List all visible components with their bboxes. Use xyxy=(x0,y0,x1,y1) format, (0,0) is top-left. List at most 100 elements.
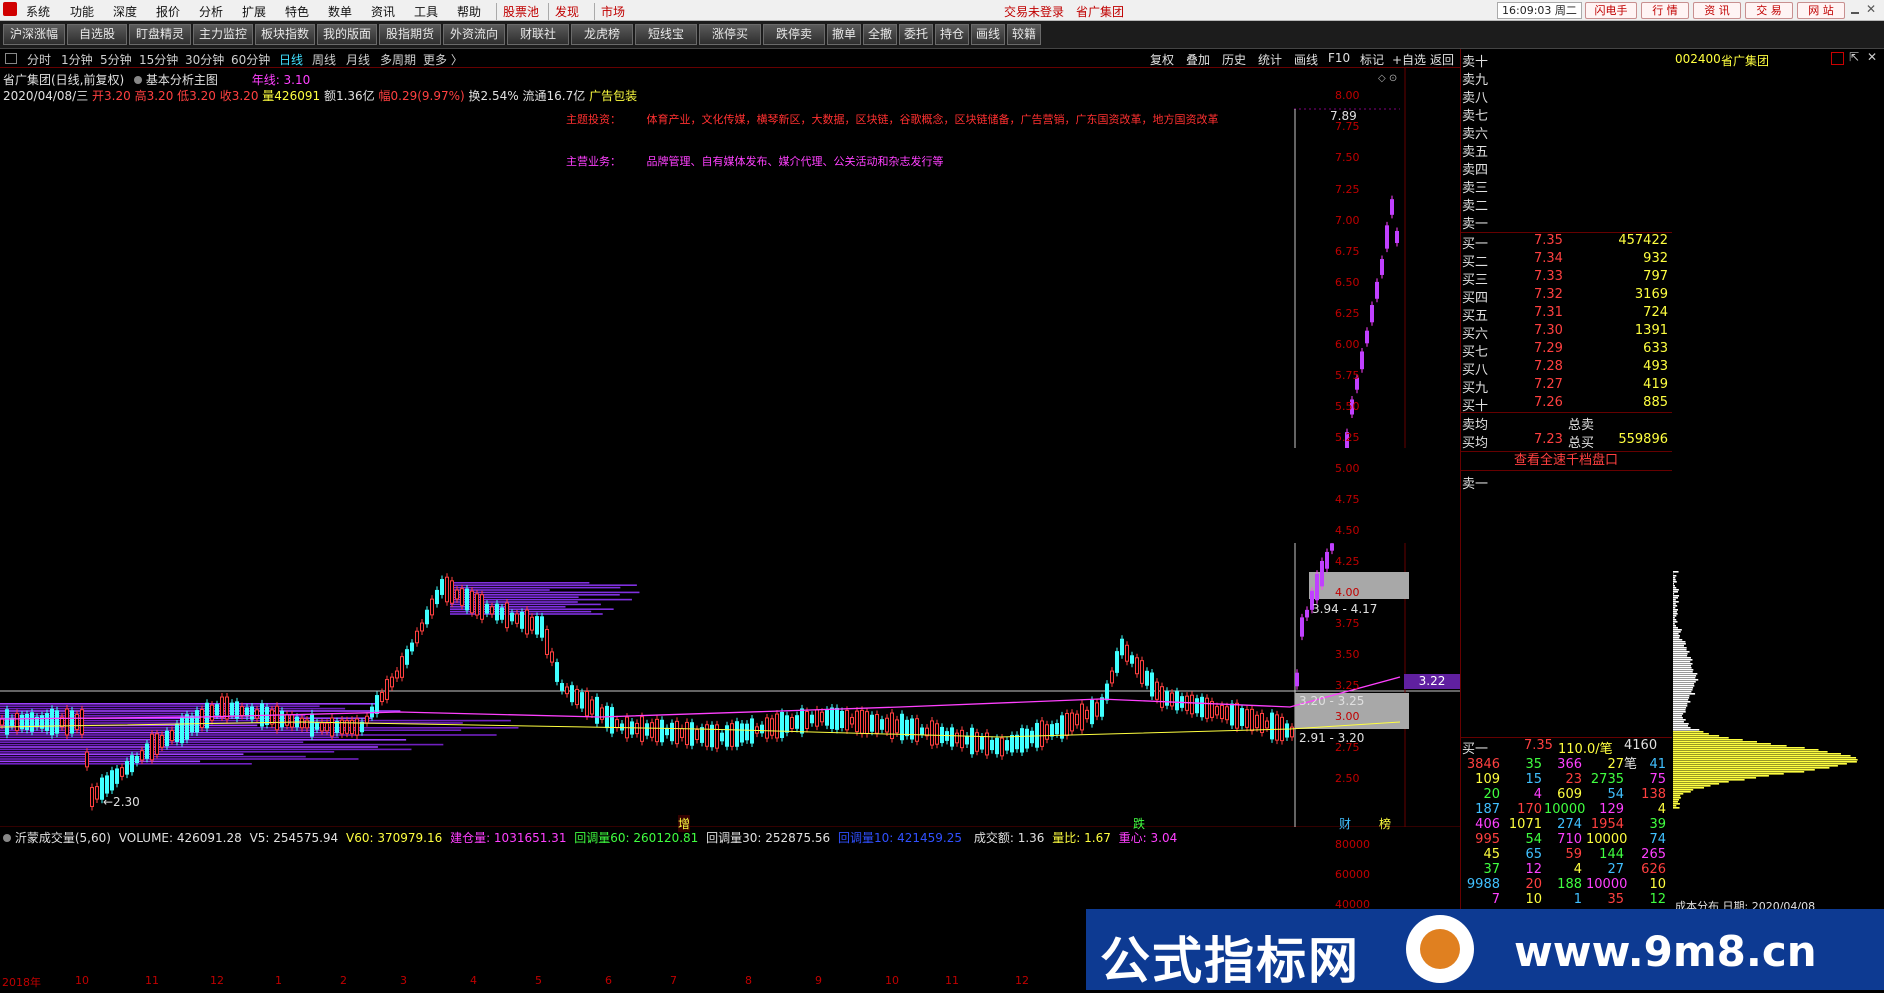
menu-analysis[interactable]: 分析 xyxy=(199,3,223,20)
login-status[interactable]: 交易未登录 xyxy=(1004,3,1064,20)
toolbar-button[interactable]: 撤单 xyxy=(827,24,861,45)
bid-row[interactable]: 买四7.323169 xyxy=(1462,287,1670,306)
period-tab[interactable]: 月线 xyxy=(346,51,370,68)
ask-label[interactable]: 卖十 xyxy=(1462,51,1488,70)
minimize-icon[interactable] xyxy=(1851,12,1859,14)
toolbar-button[interactable]: 委托 xyxy=(899,24,933,45)
toolbar-button[interactable]: 盯盘精灵 xyxy=(129,24,191,45)
toolbar-button[interactable]: 跌停卖 xyxy=(763,24,825,45)
toolbar-button[interactable]: 沪深涨幅 xyxy=(3,24,65,45)
panel-settings-icon[interactable] xyxy=(1831,52,1844,65)
toolbar-button[interactable]: 我的版面 xyxy=(317,24,377,45)
period-tab[interactable]: 周线 xyxy=(312,51,336,68)
flash-trade-button[interactable]: 闪电手 xyxy=(1585,2,1637,19)
chart-tool[interactable]: +自选 xyxy=(1392,51,1426,68)
event-mark[interactable]: 财 xyxy=(1339,815,1351,832)
ask-label[interactable]: 卖四 xyxy=(1462,159,1488,178)
candle-body xyxy=(1126,645,1129,661)
time-tick: 7 xyxy=(670,974,677,987)
menu-quote[interactable]: 报价 xyxy=(156,3,180,20)
period-tab[interactable]: 5分钟 xyxy=(100,51,132,68)
market-button[interactable]: 行 情 xyxy=(1641,2,1689,19)
menu-feature[interactable]: 特色 xyxy=(285,3,309,20)
ask-label[interactable]: 卖九 xyxy=(1462,69,1488,88)
cost-distribution-bar xyxy=(1673,705,1687,707)
ask-label[interactable]: 卖八 xyxy=(1462,87,1488,106)
vol-name[interactable]: 沂蒙成交量(5,60) xyxy=(15,831,111,845)
ask-label[interactable]: 卖一 xyxy=(1462,213,1488,232)
candle-body xyxy=(6,710,9,734)
toolbar-button[interactable]: 短线宝 xyxy=(635,24,697,45)
candle-body xyxy=(451,581,454,603)
ask-label[interactable]: 卖五 xyxy=(1462,141,1488,160)
bid-row[interactable]: 买八7.28493 xyxy=(1462,359,1670,378)
menu-stock-pool[interactable]: 股票池 xyxy=(496,3,539,20)
event-mark[interactable]: 榜 xyxy=(1379,815,1391,832)
ask-label[interactable]: 卖六 xyxy=(1462,123,1488,142)
thousand-link[interactable]: 查看全速千档盘口 xyxy=(1460,451,1672,471)
period-tab[interactable]: 1分钟 xyxy=(61,51,93,68)
panel-toggle-icon[interactable] xyxy=(5,53,17,64)
close-icon[interactable]: ✕ xyxy=(1866,2,1876,16)
kline-chart[interactable] xyxy=(0,67,1460,827)
period-tab[interactable]: 多周期 xyxy=(380,51,416,68)
bid-row[interactable]: 买三7.33797 xyxy=(1462,269,1670,288)
toolbar-button[interactable]: 涨停买 xyxy=(699,24,761,45)
bid-row[interactable]: 买二7.34932 xyxy=(1462,251,1670,270)
menu-market[interactable]: 市场 xyxy=(594,3,625,20)
chart-tool[interactable]: F10 xyxy=(1328,51,1350,65)
cost-distribution-bar xyxy=(1673,745,1787,747)
toolbar-button[interactable]: 主力监控 xyxy=(193,24,253,45)
menu-data[interactable]: 数单 xyxy=(328,3,352,20)
period-tab[interactable]: 30分钟 xyxy=(185,51,224,68)
chart-tool[interactable]: 画线 xyxy=(1294,51,1318,68)
toolbar-button[interactable]: 持仓 xyxy=(935,24,969,45)
chart-tool[interactable]: 标记 xyxy=(1360,51,1384,68)
toolbar-button[interactable]: 自选股 xyxy=(67,24,127,45)
ask-label[interactable]: 卖三 xyxy=(1462,177,1488,196)
bid-row[interactable]: 买一7.35457422 xyxy=(1462,233,1670,252)
period-tab-active[interactable]: 日线 xyxy=(279,51,303,68)
toolbar-button[interactable]: 画线 xyxy=(971,24,1005,45)
toolbar-button[interactable]: 龙虎榜 xyxy=(571,24,633,45)
ask-label[interactable]: 卖二 xyxy=(1462,195,1488,214)
toolbar-button[interactable]: 外资流向 xyxy=(443,24,505,45)
website-button[interactable]: 网 站 xyxy=(1797,2,1845,19)
menu-depth[interactable]: 深度 xyxy=(113,3,137,20)
news-button[interactable]: 资 讯 xyxy=(1693,2,1741,19)
app-logo-icon[interactable] xyxy=(3,2,17,16)
bid-row[interactable]: 买六7.301391 xyxy=(1462,323,1670,342)
toolbar-button[interactable]: 板块指数 xyxy=(255,24,315,45)
bid-row[interactable]: 买七7.29633 xyxy=(1462,341,1670,360)
candle-body xyxy=(771,719,774,735)
chart-tool[interactable]: 历史 xyxy=(1222,51,1246,68)
trade-button[interactable]: 交 易 xyxy=(1745,2,1793,19)
indicator-dot-icon[interactable] xyxy=(3,834,11,842)
chart-tool[interactable]: 统计 xyxy=(1258,51,1282,68)
menu-extend[interactable]: 扩展 xyxy=(242,3,266,20)
ask1-label[interactable]: 卖一 xyxy=(1462,473,1488,492)
period-tab[interactable]: 分时 xyxy=(27,51,51,68)
toolbar-button[interactable]: 财联社 xyxy=(507,24,569,45)
menu-function[interactable]: 功能 xyxy=(70,3,94,20)
panel-close-icon[interactable]: ✕ xyxy=(1867,50,1877,64)
chart-tool[interactable]: 返回 xyxy=(1430,51,1454,68)
toolbar-button[interactable]: 股指期货 xyxy=(379,24,441,45)
menu-tools[interactable]: 工具 xyxy=(414,3,438,20)
bid-row[interactable]: 买九7.27419 xyxy=(1462,377,1670,396)
menu-discover[interactable]: 发现 xyxy=(548,3,579,20)
ask-label[interactable]: 卖七 xyxy=(1462,105,1488,124)
period-tab[interactable]: 15分钟 xyxy=(139,51,178,68)
menu-news[interactable]: 资讯 xyxy=(371,3,395,20)
toolbar-button[interactable]: 较籍 xyxy=(1007,24,1041,45)
bid-row[interactable]: 买五7.31724 xyxy=(1462,305,1670,324)
period-tab[interactable]: 更多 〉 xyxy=(423,51,463,68)
chart-tool[interactable]: 叠加 xyxy=(1186,51,1210,68)
menu-help[interactable]: 帮助 xyxy=(457,3,481,20)
chart-tool[interactable]: 复权 xyxy=(1150,51,1174,68)
panel-expand-icon[interactable]: ⇱ xyxy=(1849,50,1859,64)
toolbar-button[interactable]: 全撤 xyxy=(863,24,897,45)
period-tab[interactable]: 60分钟 xyxy=(231,51,270,68)
menu-system[interactable]: 系统 xyxy=(26,3,50,20)
chart-menu-icon[interactable]: ◇ ⊙ xyxy=(1378,73,1397,84)
